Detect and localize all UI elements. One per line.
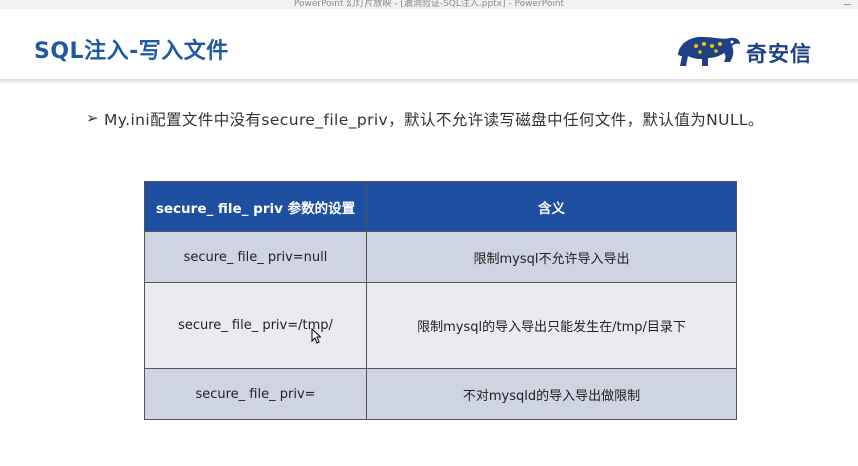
minimize-button[interactable] <box>843 0 852 9</box>
table-row: secure_ file_ priv=/tmp/ 限制mysql的导入导出只能发… <box>145 283 736 369</box>
bullet-text: My.ini配置文件中没有secure_file_priv，默认不允许读写磁盘中… <box>104 111 764 129</box>
table-cell-meaning: 限制mysql的导入导出只能发生在/tmp/目录下 <box>417 320 686 335</box>
window-title: PowerPoint 幻灯片放映 - [漏洞验证-SQL注入.pptx] - P… <box>293 0 565 9</box>
company-logo: 奇安信 <box>674 28 834 74</box>
secure-file-priv-table: secure_ file_ priv 参数的设置 含义 secure_ file… <box>144 181 737 420</box>
qianxin-cheetah-icon <box>678 36 740 66</box>
logo-text: 奇安信 <box>746 42 812 66</box>
table-header-setting: secure_ file_ priv 参数的设置 <box>145 182 367 231</box>
table-cell-setting: secure_ file_ priv=null <box>145 232 367 282</box>
table-cell-meaning: 不对mysqld的导入导出做限制 <box>462 388 641 404</box>
table-cell-meaning: 限制mysql不允许导入导出 <box>473 251 630 267</box>
table-row: secure_ file_ priv= 不对mysqld的导入导出做限制 <box>145 369 736 419</box>
mouse-pointer-icon <box>311 328 321 344</box>
slide-title: SQL注入-写入文件 <box>34 39 229 64</box>
table-cell-setting: secure_ file_ priv=/tmp/ <box>145 283 367 368</box>
arrow-bullet-icon: ➢ <box>86 109 99 127</box>
slide-header: SQL注入-写入文件 奇安信 <box>0 9 858 85</box>
table-row: secure_ file_ priv=null 限制mysql不允许导入导出 <box>145 232 736 283</box>
window-controls <box>843 0 852 9</box>
slide: SQL注入-写入文件 奇安信 ➢ My.ini配置文件中没有secure_fil… <box>0 9 858 466</box>
window-titlebar: PowerPoint 幻灯片放映 - [漏洞验证-SQL注入.pptx] - P… <box>0 0 858 9</box>
table-header-meaning: 含义 <box>538 200 565 217</box>
table-header-row: secure_ file_ priv 参数的设置 含义 <box>145 182 736 232</box>
header-divider <box>0 79 858 83</box>
table-cell-setting: secure_ file_ priv= <box>145 369 367 419</box>
